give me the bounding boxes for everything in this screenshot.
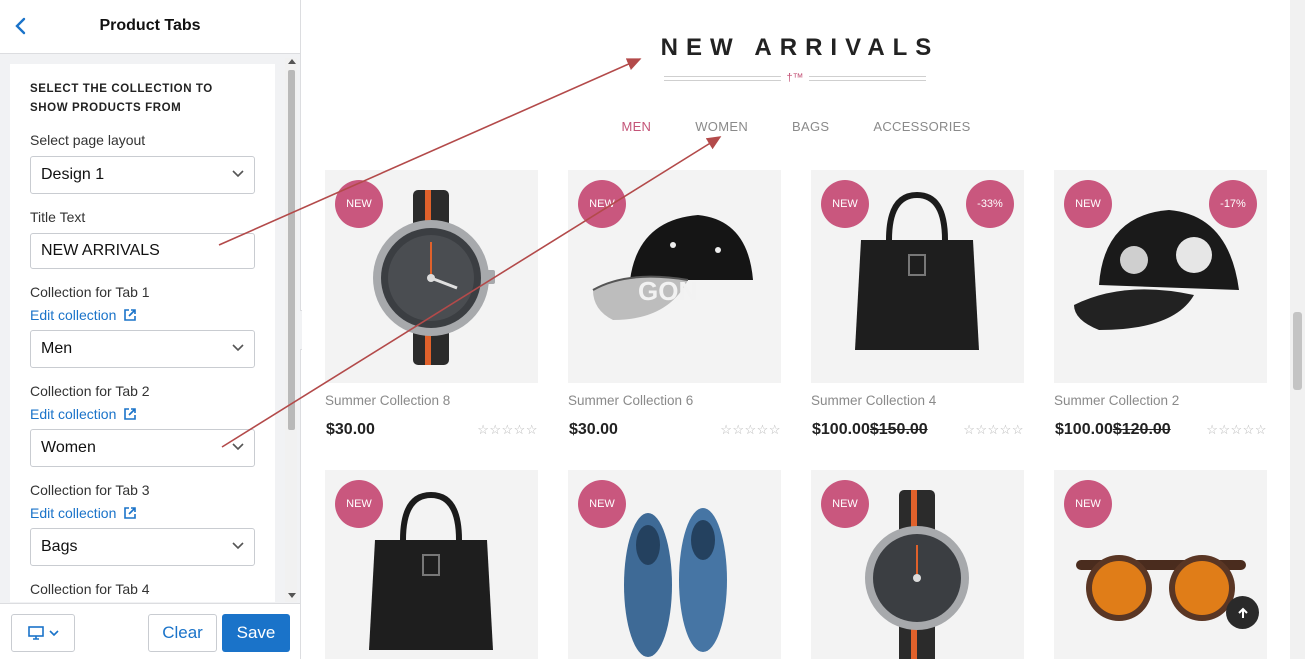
chevron-down-icon: [232, 170, 244, 178]
panel-footer: Clear Save: [0, 603, 300, 659]
product-price: $100.00$120.00: [1055, 421, 1171, 438]
tab4-label: Collection for Tab 4: [30, 581, 150, 597]
scroll-down-arrow[interactable]: [288, 593, 296, 598]
edit-collection-link-1[interactable]: Edit collection: [30, 307, 137, 323]
svg-text:GON: GON: [638, 276, 697, 306]
product-name[interactable]: Summer Collection 6: [568, 393, 693, 408]
new-badge: NEW: [821, 180, 869, 228]
rating-stars: ☆☆☆☆☆: [1206, 422, 1267, 437]
new-badge: NEW: [335, 480, 383, 528]
chevron-down-icon: [232, 443, 244, 451]
tab1-label: Collection for Tab 1: [30, 284, 150, 300]
tab-men[interactable]: MEN: [599, 119, 673, 134]
old-price: $150.00: [869, 421, 928, 438]
preview-scrollbar-thumb[interactable]: [1293, 312, 1302, 390]
desktop-icon: [27, 626, 44, 640]
tab1-collection-select[interactable]: Men: [30, 330, 255, 368]
product-card[interactable]: NEW -33% Summer Collection 4 $100.00$150…: [811, 170, 1024, 440]
external-link-icon: [124, 309, 137, 321]
discount-badge: -17%: [1209, 180, 1257, 228]
external-link-icon: [124, 507, 137, 519]
tab-accessories[interactable]: ACCESSORIES: [851, 119, 992, 134]
product-card[interactable]: GON NEW Summer Collection 6 $30.00 ☆☆☆☆☆: [568, 170, 781, 440]
product-card[interactable]: NEW: [811, 470, 1024, 659]
tab-women[interactable]: WOMEN: [673, 119, 770, 134]
tab3-select-value: Bags: [41, 538, 78, 555]
section-heading: SELECT THE COLLECTION TO SHOW PRODUCTS F…: [30, 83, 213, 114]
tab-bags[interactable]: BAGS: [770, 119, 851, 134]
layout-label: Select page layout: [30, 132, 146, 148]
old-price: $120.00: [1112, 421, 1171, 438]
layout-select-value: Design 1: [41, 166, 105, 183]
tab1-select-value: Men: [41, 340, 73, 357]
edit-collection-link-3[interactable]: Edit collection: [30, 505, 137, 521]
store-preview: NEW ARRIVALS †™ MEN WOMEN BAGS ACCESSORI…: [302, 0, 1290, 659]
product-name[interactable]: Summer Collection 4: [811, 393, 936, 408]
title-decoration: †™: [664, 70, 926, 86]
product-price: $30.00: [569, 421, 618, 438]
new-badge: NEW: [1064, 180, 1112, 228]
product-card[interactable]: NEW: [1054, 470, 1267, 659]
product-price: $100.00$150.00: [812, 421, 928, 438]
device-preview-button[interactable]: [11, 614, 75, 652]
discount-badge: -33%: [966, 180, 1014, 228]
product-card[interactable]: NEW Summer Collection 8 $30.00 ☆☆☆☆☆: [325, 170, 538, 440]
panel-title: Product Tabs: [99, 17, 201, 34]
rating-stars: ☆☆☆☆☆: [720, 422, 781, 437]
layout-select[interactable]: Design 1: [30, 156, 255, 194]
clear-button[interactable]: Clear: [148, 614, 217, 652]
chevron-down-icon: [232, 344, 244, 352]
edit-collection-text: Edit collection: [30, 505, 117, 521]
external-link-icon: [124, 408, 137, 420]
tab2-label: Collection for Tab 2: [30, 383, 150, 399]
back-to-top-button[interactable]: [1226, 596, 1259, 629]
arrow-up-icon: [1237, 607, 1248, 618]
new-badge: NEW: [578, 180, 626, 228]
rating-stars: ☆☆☆☆☆: [963, 422, 1024, 437]
product-card[interactable]: NEW: [568, 470, 781, 659]
title-text-label: Title Text: [30, 209, 86, 225]
section-title: NEW ARRIVALS: [660, 34, 940, 61]
tab3-label: Collection for Tab 3: [30, 482, 150, 498]
panel-header: Product Tabs: [0, 0, 300, 54]
rating-stars: ☆☆☆☆☆: [477, 422, 538, 437]
new-badge: NEW: [821, 480, 869, 528]
edit-collection-link-2[interactable]: Edit collection: [30, 406, 137, 422]
product-card[interactable]: NEW -17% Summer Collection 2 $100.00$120…: [1054, 170, 1267, 440]
product-name[interactable]: Summer Collection 8: [325, 393, 450, 408]
settings-panel: Product Tabs SELECT THE COLLECTION TO SH…: [0, 0, 301, 659]
collection-tabs: MEN WOMEN BAGS ACCESSORIES: [302, 119, 1290, 134]
tab3-collection-select[interactable]: Bags: [30, 528, 255, 566]
edit-collection-text: Edit collection: [30, 307, 117, 323]
tab2-select-value: Women: [41, 439, 96, 456]
save-button[interactable]: Save: [222, 614, 290, 652]
title-text-value: NEW ARRIVALS: [41, 242, 160, 259]
product-card[interactable]: NEW: [325, 470, 538, 659]
chevron-down-icon: [232, 542, 244, 550]
edit-collection-text: Edit collection: [30, 406, 117, 422]
settings-form: SELECT THE COLLECTION TO SHOW PRODUCTS F…: [10, 64, 275, 602]
scroll-up-arrow[interactable]: [288, 59, 296, 64]
new-badge: NEW: [578, 480, 626, 528]
title-ornament: †™: [781, 70, 809, 86]
chevron-down-icon: [48, 629, 59, 636]
new-badge: NEW: [335, 180, 383, 228]
new-badge: NEW: [1064, 480, 1112, 528]
product-name[interactable]: Summer Collection 2: [1054, 393, 1179, 408]
product-price: $30.00: [326, 421, 375, 438]
tab2-collection-select[interactable]: Women: [30, 429, 255, 467]
panel-scrollbar-thumb[interactable]: [288, 70, 295, 430]
title-text-input[interactable]: NEW ARRIVALS: [30, 233, 255, 269]
